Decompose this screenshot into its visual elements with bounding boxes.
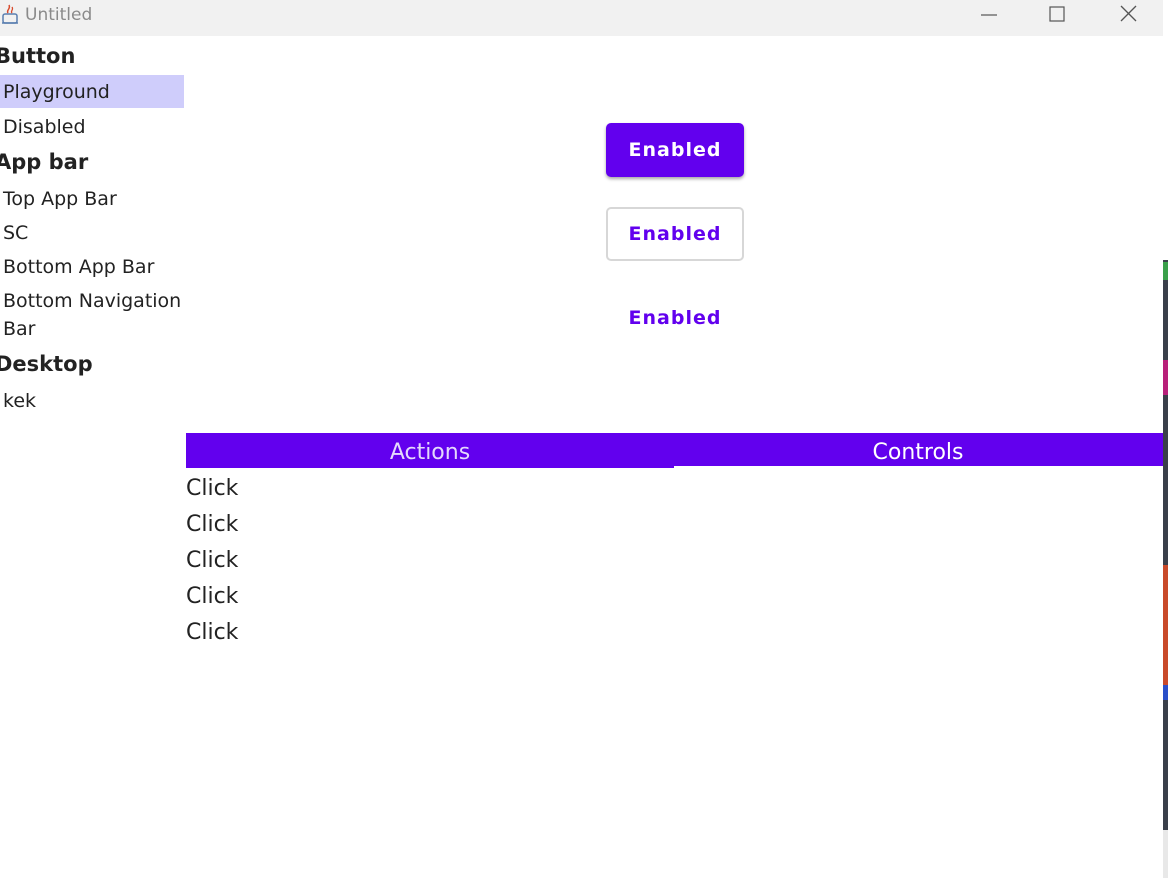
title-bar: Untitled [0, 0, 1163, 36]
sidebar-header-app-bar: App bar [0, 150, 89, 174]
window-title: Untitled [25, 5, 93, 25]
tab-controls[interactable]: Controls [674, 433, 1162, 466]
sidebar-item-sc[interactable]: SC [0, 219, 184, 247]
close-icon[interactable] [1115, 4, 1143, 26]
background-desktop-edge [1163, 0, 1168, 878]
list-item[interactable]: Click [186, 548, 238, 573]
sidebar-header-desktop: Desktop [0, 352, 93, 376]
sidebar-item-playground[interactable]: Playground [0, 75, 184, 108]
list-item[interactable]: Click [186, 476, 238, 501]
sidebar: Button Playground Disabled App bar Top A… [0, 36, 186, 878]
sidebar-item-disabled[interactable]: Disabled [0, 113, 184, 141]
sidebar-item-kek[interactable]: kek [0, 387, 184, 415]
minimize-icon[interactable] [975, 4, 1003, 26]
contained-button[interactable]: Enabled [606, 123, 744, 177]
app-window: Untitled Button Playground Disabled App … [0, 0, 1168, 878]
list-item[interactable]: Click [186, 512, 238, 537]
tab-actions[interactable]: Actions [186, 433, 674, 466]
sidebar-item-bottom-navigation-bar[interactable]: Bottom Navigation Bar [0, 287, 184, 343]
sidebar-item-bottom-app-bar[interactable]: Bottom App Bar [0, 253, 184, 281]
sidebar-header-button: Button [0, 44, 76, 68]
text-button[interactable]: Enabled [606, 291, 744, 345]
sidebar-item-top-app-bar[interactable]: Top App Bar [0, 185, 184, 213]
list-item[interactable]: Click [186, 620, 238, 645]
tab-bar: Actions Controls [186, 433, 1163, 466]
java-app-icon [2, 4, 18, 24]
list-item[interactable]: Click [186, 584, 238, 609]
outlined-button[interactable]: Enabled [606, 207, 744, 261]
maximize-icon[interactable] [1043, 4, 1071, 26]
tab-indicator [186, 466, 674, 468]
